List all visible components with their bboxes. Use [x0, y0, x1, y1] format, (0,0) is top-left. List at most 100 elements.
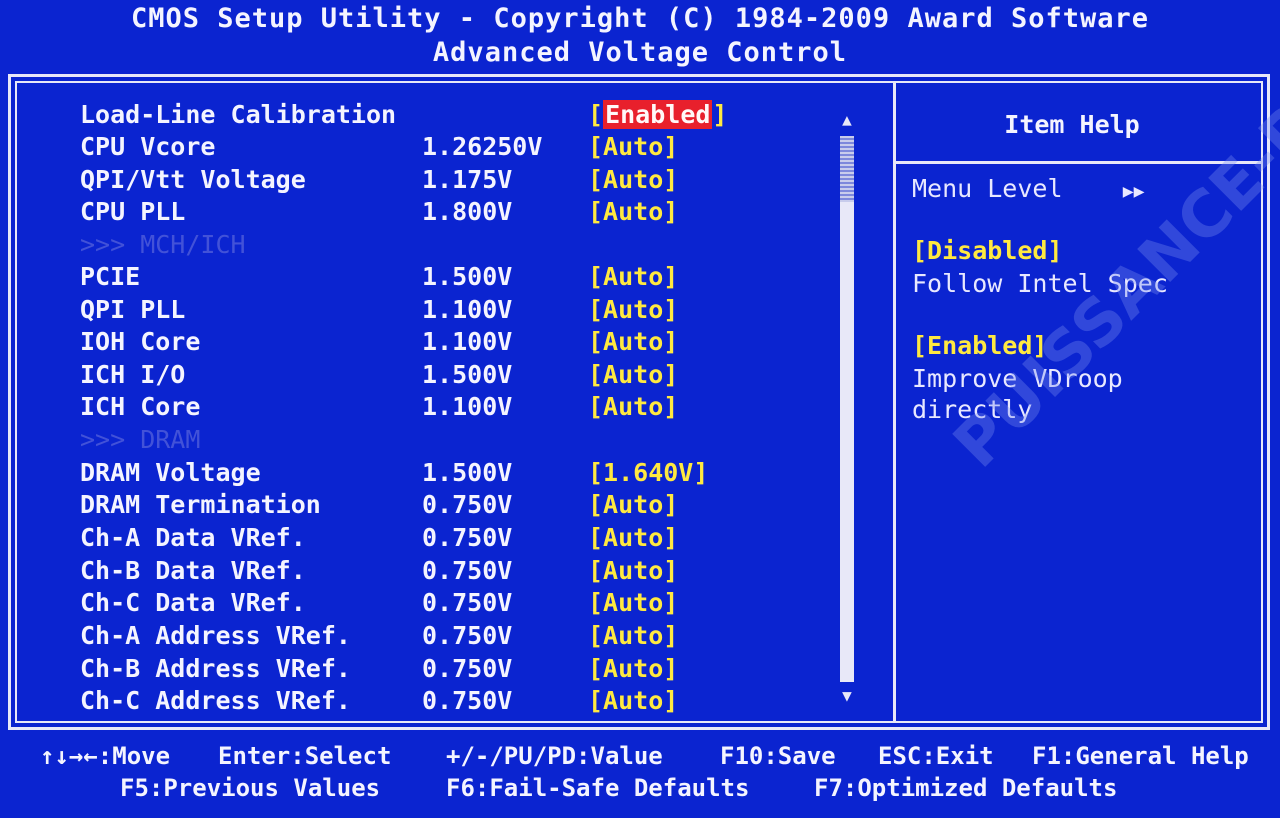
- setting-current-value: 0.750V: [422, 556, 513, 585]
- setting-label: ICH I/O: [80, 360, 186, 389]
- setting-row[interactable]: Load-Line Calibration [Enabled]: [80, 99, 850, 131]
- setting-label: Ch-C Address VRef.: [80, 686, 351, 715]
- setting-option-selected[interactable]: [Enabled]: [588, 99, 727, 131]
- setting-option[interactable]: [Auto]: [588, 359, 678, 391]
- setting-current-value: 0.750V: [422, 686, 513, 715]
- setting-row[interactable]: Ch-B Address VRef. 0.750V [Auto]: [80, 653, 850, 685]
- setting-row[interactable]: Ch-A Data VRef. 0.750V [Auto]: [80, 522, 850, 554]
- key-hint: F10:Save: [720, 742, 836, 770]
- scrollbar[interactable]: ▲ ▼: [838, 110, 856, 710]
- key-hint: F6:Fail-Safe Defaults: [446, 774, 750, 802]
- setting-label: CPU Vcore: [80, 132, 216, 161]
- key-hint: ESC:Exit: [878, 742, 994, 770]
- setting-row[interactable]: ICH I/O 1.500V [Auto]: [80, 359, 850, 391]
- setting-option[interactable]: [Auto]: [588, 326, 678, 358]
- setting-row[interactable]: CPU Vcore 1.26250V [Auto]: [80, 131, 850, 163]
- selected-option-text[interactable]: Enabled: [603, 100, 713, 129]
- setting-option[interactable]: [1.640V]: [588, 457, 708, 489]
- setting-row[interactable]: QPI PLL 1.100V [Auto]: [80, 294, 850, 326]
- key-hint: Enter:Select: [218, 742, 392, 770]
- section-header: >>> MCH/ICH: [80, 229, 850, 261]
- key-hint: F1:General Help: [1032, 742, 1249, 770]
- setting-row[interactable]: CPU PLL 1.800V [Auto]: [80, 196, 850, 228]
- setting-option[interactable]: [Auto]: [588, 489, 678, 521]
- setting-row[interactable]: Ch-C Address VRef. 0.750V [Auto]: [80, 685, 850, 717]
- help-text-line: [Enabled]: [912, 331, 1048, 360]
- setting-row[interactable]: DRAM Voltage 1.500V [1.640V]: [80, 457, 850, 489]
- setting-option[interactable]: [Auto]: [588, 522, 678, 554]
- setting-row[interactable]: ICH Core 1.100V [Auto]: [80, 391, 850, 423]
- setting-label: Ch-B Data VRef.: [80, 556, 306, 585]
- setting-current-value: 1.100V: [422, 295, 513, 324]
- bios-screen: CMOS Setup Utility - Copyright (C) 1984-…: [0, 0, 1280, 818]
- setting-label: DRAM Voltage: [80, 458, 261, 487]
- setting-option[interactable]: [Auto]: [588, 131, 678, 163]
- setting-current-value: 0.750V: [422, 621, 513, 650]
- scroll-down-icon[interactable]: ▼: [838, 686, 856, 705]
- menu-level-label: Menu Level: [912, 174, 1063, 203]
- key-hint: F5:Previous Values: [120, 774, 381, 802]
- help-text-line: Improve VDroop: [912, 364, 1123, 393]
- setting-label: Ch-B Address VRef.: [80, 654, 351, 683]
- setting-current-value: 0.750V: [422, 654, 513, 683]
- help-text-line: directly: [912, 395, 1033, 424]
- setting-current-value: 1.500V: [422, 458, 513, 487]
- setting-option[interactable]: [Auto]: [588, 391, 678, 423]
- help-text-line: Follow Intel Spec: [912, 269, 1168, 298]
- key-hint: +/-/PU/PD:Value: [446, 742, 663, 770]
- help-menu-level: Menu Level ▶▶: [912, 174, 1144, 203]
- setting-current-value: 1.800V: [422, 197, 513, 226]
- setting-current-value: 0.750V: [422, 490, 513, 519]
- setting-label: QPI/Vtt Voltage: [80, 165, 306, 194]
- key-legend-row2: F5:Previous Values F6:Fail-Safe Defaults F…: [0, 772, 1280, 804]
- key-legend-row1: ↑↓→←:Move Enter:Select +/-/PU/PD:Value F10:…: [0, 740, 1280, 772]
- key-hint: ↑↓→←:Move: [40, 742, 171, 770]
- setting-current-value: 1.100V: [422, 327, 513, 356]
- setting-current-value: 1.500V: [422, 360, 513, 389]
- setting-row[interactable]: Ch-B Data VRef. 0.750V [Auto]: [80, 555, 850, 587]
- setting-current-value: 1.175V: [422, 165, 513, 194]
- setting-label: Ch-A Data VRef.: [80, 523, 306, 552]
- setting-current-value: 1.500V: [422, 262, 513, 291]
- setting-row[interactable]: DRAM Termination 0.750V [Auto]: [80, 489, 850, 521]
- header: CMOS Setup Utility - Copyright (C) 1984-…: [0, 2, 1280, 70]
- setting-label: QPI PLL: [80, 295, 186, 324]
- setting-label: >>> DRAM: [80, 425, 201, 454]
- setting-label: ICH Core: [80, 392, 201, 421]
- setting-current-value: 0.750V: [422, 523, 513, 552]
- scroll-thumb[interactable]: [840, 202, 854, 682]
- setting-row[interactable]: Ch-C Data VRef. 0.750V [Auto]: [80, 587, 850, 619]
- setting-option[interactable]: [Auto]: [588, 196, 678, 228]
- setting-option[interactable]: [Auto]: [588, 164, 678, 196]
- key-hint: F7:Optimized Defaults: [814, 774, 1118, 802]
- setting-label: CPU PLL: [80, 197, 186, 226]
- setting-row[interactable]: QPI/Vtt Voltage 1.175V [Auto]: [80, 164, 850, 196]
- setting-option[interactable]: [Auto]: [588, 294, 678, 326]
- setting-option[interactable]: [Auto]: [588, 261, 678, 293]
- help-title: Item Help: [1004, 110, 1140, 139]
- setting-row[interactable]: IOH Core 1.100V [Auto]: [80, 326, 850, 358]
- setting-label: Load-Line Calibration: [80, 100, 397, 129]
- scroll-up-icon[interactable]: ▲: [838, 110, 856, 129]
- setting-option[interactable]: [Auto]: [588, 620, 678, 652]
- setting-option[interactable]: [Auto]: [588, 653, 678, 685]
- setting-row[interactable]: Ch-A Address VRef. 0.750V [Auto]: [80, 620, 850, 652]
- setting-current-value: 1.26250V: [422, 132, 543, 161]
- setting-option[interactable]: [Auto]: [588, 555, 678, 587]
- header-copyright: CMOS Setup Utility - Copyright (C) 1984-…: [130, 3, 1150, 34]
- setting-option[interactable]: [Auto]: [588, 685, 678, 717]
- bracket-open: [: [588, 100, 604, 129]
- page-title: Advanced Voltage Control: [432, 37, 848, 68]
- bracket-close: ]: [712, 100, 728, 129]
- setting-label: DRAM Termination: [80, 490, 321, 519]
- help-text-line: [Disabled]: [912, 236, 1063, 265]
- key-legend: ↑↓→←:Move Enter:Select +/-/PU/PD:Value F10:…: [0, 740, 1280, 804]
- setting-option[interactable]: [Auto]: [588, 587, 678, 619]
- setting-label: Ch-A Address VRef.: [80, 621, 351, 650]
- setting-label: PCIE: [80, 262, 141, 291]
- setting-row[interactable]: PCIE 1.500V [Auto]: [80, 261, 850, 293]
- setting-label: Ch-C Data VRef.: [80, 588, 306, 617]
- section-header: >>> DRAM: [80, 424, 850, 456]
- setting-label: >>> MCH/ICH: [80, 230, 246, 259]
- setting-current-value: 0.750V: [422, 588, 513, 617]
